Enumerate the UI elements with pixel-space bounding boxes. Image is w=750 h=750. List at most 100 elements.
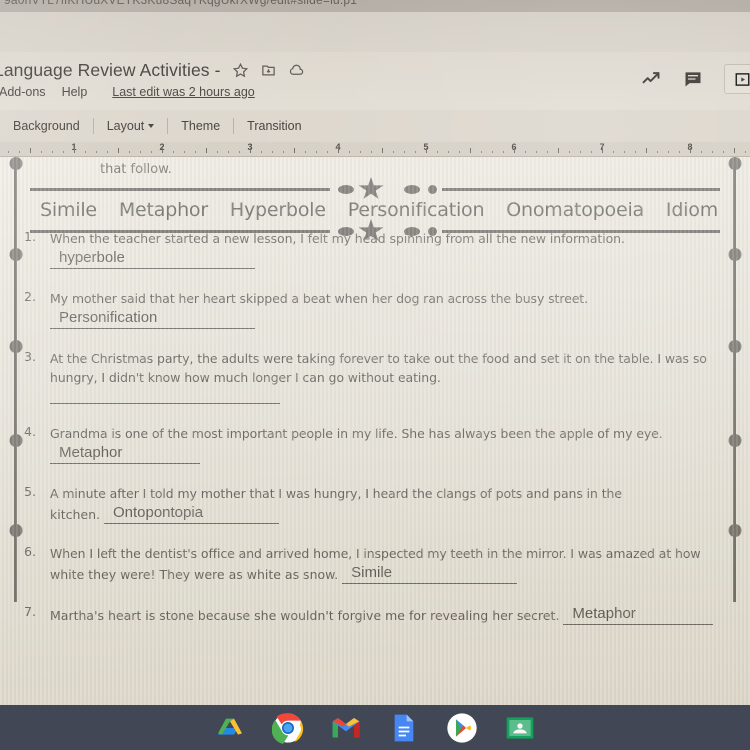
answer-row[interactable]: Martha's heart is stone because she woul… <box>50 604 732 625</box>
ruler-tick <box>602 148 603 153</box>
answer-row[interactable] <box>50 387 732 404</box>
slide-canvas[interactable]: that follow. Simile Metaphor Hyperbole P… <box>0 157 750 705</box>
question-number: 2. <box>24 289 36 304</box>
background-button[interactable]: Background <box>0 119 93 133</box>
ruler-tick <box>657 151 658 153</box>
handwritten-answer[interactable]: hyperbole <box>50 248 255 269</box>
ruler-tick <box>382 148 383 153</box>
comment-icon[interactable] <box>682 68 704 90</box>
handwritten-answer[interactable]: Metaphor <box>563 604 714 625</box>
theme-button[interactable]: Theme <box>168 119 233 133</box>
activity-dashboard-icon[interactable] <box>640 68 662 90</box>
document-title-row: Language Review Activities - <box>0 60 305 81</box>
ruler-tick <box>107 151 108 153</box>
toolbar-group: Background Layout Theme Transition <box>0 118 315 134</box>
header-actions <box>640 64 750 94</box>
ruler-tick <box>96 151 97 153</box>
document-title[interactable]: Language Review Activities - <box>0 60 221 81</box>
ruler-tick <box>129 151 130 153</box>
browser-address-bar[interactable]: 9a0hVTL7lIKHUuXVETK3Ku8SaqTKqgUkrXWg/edi… <box>0 0 750 12</box>
ruler-tick <box>74 148 75 153</box>
transition-button[interactable]: Transition <box>234 119 314 133</box>
handwritten-answer[interactable]: Ontopontopia <box>103 503 279 524</box>
ruler-tick <box>85 151 86 153</box>
question-text-line: Grandma is one of the most important peo… <box>50 426 663 441</box>
ruler-tick <box>745 151 746 153</box>
question-item[interactable]: 6. When I left the dentist's office and a… <box>20 544 732 584</box>
google-docs-icon[interactable] <box>388 712 420 744</box>
star-icon[interactable] <box>232 62 249 79</box>
move-to-folder-icon[interactable] <box>260 62 277 79</box>
ruler-tick <box>327 151 328 153</box>
question-number: 7. <box>24 604 36 619</box>
horizontal-ruler[interactable]: 12345678 <box>0 142 750 157</box>
ruler-tick <box>206 148 207 153</box>
layout-button[interactable]: Layout <box>94 119 168 133</box>
ruler-tick <box>679 151 680 153</box>
instructions-tail: that follow. <box>100 162 172 177</box>
answer-row[interactable]: hyperbole <box>50 248 732 269</box>
question-body: When I left the dentist's office and arr… <box>50 544 732 584</box>
ruler-tick <box>415 151 416 153</box>
question-text-line: My mother said that her heart skipped a … <box>50 291 588 306</box>
ruler-tick <box>217 151 218 153</box>
menu-item-help[interactable]: Help <box>62 85 88 99</box>
word-bank-term-idiom: Idiom <box>665 199 718 221</box>
slides-app-header: Language Review Activities - Add-ons Hel… <box>0 52 750 110</box>
last-edit-link[interactable]: Last edit was 2 hours ago <box>112 85 254 99</box>
play-store-icon[interactable] <box>446 712 478 744</box>
question-text-line: A minute after I told my mother that I w… <box>50 486 622 501</box>
answer-row[interactable]: Personification <box>50 308 732 329</box>
ruler-tick <box>514 148 515 153</box>
ruler-tick <box>426 148 427 153</box>
photographed-screen: 9a0hVTL7lIKHUuXVETK3Ku8SaqTKqgUkrXWg/edi… <box>0 0 750 750</box>
ruler-tick <box>316 151 317 153</box>
handwritten-answer[interactable]: Personification <box>50 308 255 329</box>
chromebook-shelf <box>0 705 750 750</box>
cloud-saved-icon[interactable] <box>288 62 305 79</box>
handwritten-answer[interactable]: Simile <box>342 563 518 584</box>
ruler-tick <box>239 151 240 153</box>
question-number: 3. <box>24 349 36 364</box>
google-drive-icon[interactable] <box>214 712 246 744</box>
word-bank-term-hyperbole: Hyperbole <box>229 199 326 221</box>
ruler-tick <box>503 151 504 153</box>
chevron-down-icon <box>148 124 155 128</box>
ruler-tick <box>41 151 42 153</box>
answer-row[interactable]: Metaphor <box>50 443 732 464</box>
ruler-tick <box>393 151 394 153</box>
answer-row[interactable]: kitchen. Ontopontopia <box>50 503 732 524</box>
question-text-line: hungry, I didn't know how much longer I … <box>50 370 441 385</box>
ruler-tick <box>613 151 614 153</box>
ruler-tick <box>195 151 196 153</box>
browser-chrome-gap <box>0 12 750 52</box>
ruler-tick <box>261 151 262 153</box>
answer-row[interactable]: white they were! They were as white as s… <box>50 563 732 584</box>
chrome-icon[interactable] <box>272 712 304 744</box>
ruler-tick <box>52 151 53 153</box>
question-item[interactable]: 7. Martha's heart is stone because she wo… <box>20 604 732 625</box>
ruler-tick <box>492 151 493 153</box>
menu-item-add-ons[interactable]: Add-ons <box>0 85 46 99</box>
question-body: At the Christmas party, the adults were … <box>50 349 732 404</box>
menu-bar: Add-ons Help Last edit was 2 hours ago <box>0 85 255 99</box>
question-item[interactable]: 5. A minute after I told my mother that I… <box>20 484 732 524</box>
ruler-tick <box>481 151 482 153</box>
question-item[interactable]: 2. My mother said that her heart skipped … <box>20 289 732 329</box>
question-body: When the teacher started a new lesson, I… <box>50 229 732 269</box>
word-bank-term-personification: Personification <box>347 199 485 221</box>
question-number: 1. <box>24 229 36 244</box>
gmail-icon[interactable] <box>330 712 362 744</box>
answer-blank-line[interactable] <box>50 387 280 404</box>
present-icon <box>735 72 749 86</box>
ruler-tick <box>19 151 20 153</box>
google-classroom-icon[interactable] <box>504 712 536 744</box>
question-item[interactable]: 1. When the teacher started a new lesson,… <box>20 229 732 269</box>
question-body: Martha's heart is stone because she woul… <box>50 604 732 625</box>
present-button[interactable] <box>724 64 750 94</box>
question-item[interactable]: 4. Grandma is one of the most important p… <box>20 424 732 464</box>
handwritten-answer[interactable]: Metaphor <box>50 443 200 464</box>
ruler-tick <box>294 148 295 153</box>
shelf-icons <box>0 705 750 750</box>
question-item[interactable]: 3. At the Christmas party, the adults wer… <box>20 349 732 404</box>
